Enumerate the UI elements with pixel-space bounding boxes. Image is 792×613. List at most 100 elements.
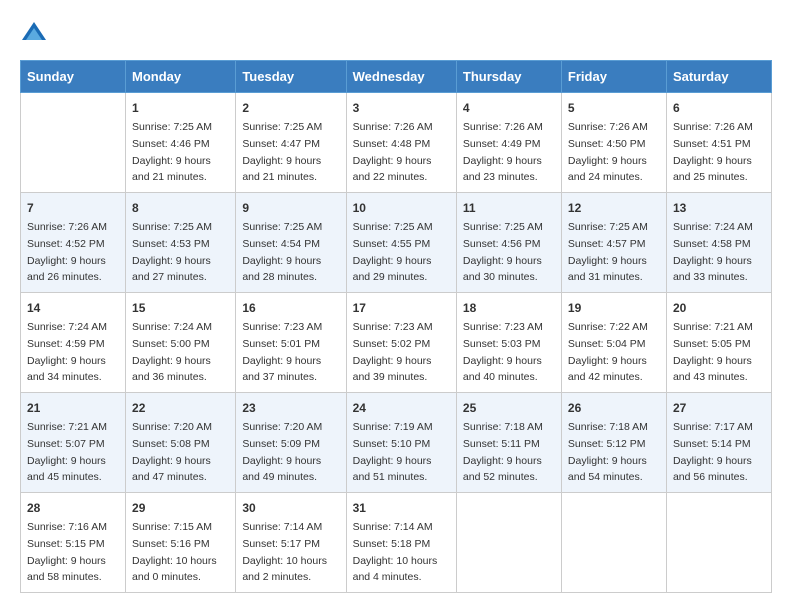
day-number: 30: [242, 499, 339, 517]
calendar-table: SundayMondayTuesdayWednesdayThursdayFrid…: [20, 60, 772, 593]
day-number: 15: [132, 299, 229, 317]
calendar-cell: 15 Sunrise: 7:24 AM Sunset: 5:00 PM Dayli…: [126, 293, 236, 393]
day-number: 11: [463, 199, 555, 217]
day-number: 17: [353, 299, 450, 317]
calendar-cell: 31Sunrise: 7:14 AM Sunset: 5:18 PM Dayli…: [346, 493, 456, 593]
day-info: Sunrise: 7:20 AM Sunset: 5:09 PM Dayligh…: [242, 421, 322, 483]
calendar-cell: 17 Sunrise: 7:23 AM Sunset: 5:02 PM Dayli…: [346, 293, 456, 393]
day-info: Sunrise: 7:25 AM Sunset: 4:57 PM Dayligh…: [568, 221, 648, 283]
calendar-cell: [21, 93, 126, 193]
week-row-5: 28 Sunrise: 7:16 AM Sunset: 5:15 PM Dayli…: [21, 493, 772, 593]
header: [20, 20, 772, 44]
day-info: Sunrise: 7:21 AM Sunset: 5:07 PM Dayligh…: [27, 421, 107, 483]
week-row-2: 7Sunrise: 7:26 AM Sunset: 4:52 PM Daylig…: [21, 193, 772, 293]
day-number: 28: [27, 499, 119, 517]
calendar-cell: 14 Sunrise: 7:24 AM Sunset: 4:59 PM Dayli…: [21, 293, 126, 393]
day-info: Sunrise: 7:19 AM Sunset: 5:10 PM Dayligh…: [353, 421, 433, 483]
calendar-cell: 23 Sunrise: 7:20 AM Sunset: 5:09 PM Dayli…: [236, 393, 346, 493]
day-number: 21: [27, 399, 119, 417]
day-number: 16: [242, 299, 339, 317]
calendar-cell: 27 Sunrise: 7:17 AM Sunset: 5:14 PM Dayli…: [666, 393, 771, 493]
day-info: Sunrise: 7:26 AM Sunset: 4:50 PM Dayligh…: [568, 121, 648, 183]
day-number: 10: [353, 199, 450, 217]
calendar-cell: 8 Sunrise: 7:25 AM Sunset: 4:53 PM Daylig…: [126, 193, 236, 293]
calendar-cell: 28 Sunrise: 7:16 AM Sunset: 5:15 PM Dayli…: [21, 493, 126, 593]
day-number: 18: [463, 299, 555, 317]
day-info: Sunrise: 7:24 AM Sunset: 4:58 PM Dayligh…: [673, 221, 753, 283]
day-info: Sunrise: 7:22 AM Sunset: 5:04 PM Dayligh…: [568, 321, 648, 383]
day-info: Sunrise: 7:26 AM Sunset: 4:52 PM Dayligh…: [27, 221, 107, 283]
week-row-1: 1 Sunrise: 7:25 AM Sunset: 4:46 PM Daylig…: [21, 93, 772, 193]
day-info: Sunrise: 7:23 AM Sunset: 5:02 PM Dayligh…: [353, 321, 433, 383]
calendar-cell: 2Sunrise: 7:25 AM Sunset: 4:47 PM Daylig…: [236, 93, 346, 193]
week-row-3: 14 Sunrise: 7:24 AM Sunset: 4:59 PM Dayli…: [21, 293, 772, 393]
calendar-cell: [666, 493, 771, 593]
day-number: 19: [568, 299, 660, 317]
calendar-cell: 30Sunrise: 7:14 AM Sunset: 5:17 PM Dayli…: [236, 493, 346, 593]
header-row: SundayMondayTuesdayWednesdayThursdayFrid…: [21, 61, 772, 93]
day-info: Sunrise: 7:26 AM Sunset: 4:48 PM Dayligh…: [353, 121, 433, 183]
calendar-cell: 12 Sunrise: 7:25 AM Sunset: 4:57 PM Dayli…: [561, 193, 666, 293]
day-number: 20: [673, 299, 765, 317]
col-header-saturday: Saturday: [666, 61, 771, 93]
day-info: Sunrise: 7:26 AM Sunset: 4:51 PM Dayligh…: [673, 121, 753, 183]
day-info: Sunrise: 7:24 AM Sunset: 5:00 PM Dayligh…: [132, 321, 212, 383]
day-number: 8: [132, 199, 229, 217]
week-row-4: 21 Sunrise: 7:21 AM Sunset: 5:07 PM Dayli…: [21, 393, 772, 493]
calendar-cell: 20 Sunrise: 7:21 AM Sunset: 5:05 PM Dayli…: [666, 293, 771, 393]
day-number: 22: [132, 399, 229, 417]
day-info: Sunrise: 7:23 AM Sunset: 5:03 PM Dayligh…: [463, 321, 543, 383]
calendar-cell: 16 Sunrise: 7:23 AM Sunset: 5:01 PM Dayli…: [236, 293, 346, 393]
day-info: Sunrise: 7:25 AM Sunset: 4:46 PM Dayligh…: [132, 121, 212, 183]
day-info: Sunrise: 7:25 AM Sunset: 4:53 PM Dayligh…: [132, 221, 212, 283]
day-info: Sunrise: 7:25 AM Sunset: 4:56 PM Dayligh…: [463, 221, 543, 283]
day-info: Sunrise: 7:23 AM Sunset: 5:01 PM Dayligh…: [242, 321, 322, 383]
day-info: Sunrise: 7:20 AM Sunset: 5:08 PM Dayligh…: [132, 421, 212, 483]
day-number: 3: [353, 99, 450, 117]
calendar-cell: 21 Sunrise: 7:21 AM Sunset: 5:07 PM Dayli…: [21, 393, 126, 493]
col-header-tuesday: Tuesday: [236, 61, 346, 93]
day-number: 27: [673, 399, 765, 417]
day-info: Sunrise: 7:25 AM Sunset: 4:55 PM Dayligh…: [353, 221, 433, 283]
calendar-cell: 26 Sunrise: 7:18 AM Sunset: 5:12 PM Dayli…: [561, 393, 666, 493]
calendar-cell: 6 Sunrise: 7:26 AM Sunset: 4:51 PM Daylig…: [666, 93, 771, 193]
calendar-cell: 24 Sunrise: 7:19 AM Sunset: 5:10 PM Dayli…: [346, 393, 456, 493]
day-number: 31: [353, 499, 450, 517]
calendar-cell: 1 Sunrise: 7:25 AM Sunset: 4:46 PM Daylig…: [126, 93, 236, 193]
calendar-cell: 9Sunrise: 7:25 AM Sunset: 4:54 PM Daylig…: [236, 193, 346, 293]
day-info: Sunrise: 7:24 AM Sunset: 4:59 PM Dayligh…: [27, 321, 107, 383]
calendar-cell: 18 Sunrise: 7:23 AM Sunset: 5:03 PM Dayli…: [456, 293, 561, 393]
col-header-monday: Monday: [126, 61, 236, 93]
day-info: Sunrise: 7:25 AM Sunset: 4:47 PM Dayligh…: [242, 121, 322, 183]
calendar-cell: 4Sunrise: 7:26 AM Sunset: 4:49 PM Daylig…: [456, 93, 561, 193]
day-number: 12: [568, 199, 660, 217]
calendar-cell: 7Sunrise: 7:26 AM Sunset: 4:52 PM Daylig…: [21, 193, 126, 293]
calendar-cell: 13Sunrise: 7:24 AM Sunset: 4:58 PM Dayli…: [666, 193, 771, 293]
day-number: 25: [463, 399, 555, 417]
day-info: Sunrise: 7:18 AM Sunset: 5:12 PM Dayligh…: [568, 421, 648, 483]
day-info: Sunrise: 7:16 AM Sunset: 5:15 PM Dayligh…: [27, 521, 107, 583]
day-number: 4: [463, 99, 555, 117]
day-info: Sunrise: 7:21 AM Sunset: 5:05 PM Dayligh…: [673, 321, 753, 383]
day-info: Sunrise: 7:17 AM Sunset: 5:14 PM Dayligh…: [673, 421, 753, 483]
day-info: Sunrise: 7:15 AM Sunset: 5:16 PM Dayligh…: [132, 521, 217, 583]
day-number: 14: [27, 299, 119, 317]
day-number: 23: [242, 399, 339, 417]
day-number: 26: [568, 399, 660, 417]
day-number: 5: [568, 99, 660, 117]
calendar-cell: [456, 493, 561, 593]
day-info: Sunrise: 7:25 AM Sunset: 4:54 PM Dayligh…: [242, 221, 322, 283]
calendar-cell: 29 Sunrise: 7:15 AM Sunset: 5:16 PM Dayli…: [126, 493, 236, 593]
calendar-cell: 19 Sunrise: 7:22 AM Sunset: 5:04 PM Dayli…: [561, 293, 666, 393]
col-header-wednesday: Wednesday: [346, 61, 456, 93]
calendar-cell: 22 Sunrise: 7:20 AM Sunset: 5:08 PM Dayli…: [126, 393, 236, 493]
day-number: 24: [353, 399, 450, 417]
calendar-cell: [561, 493, 666, 593]
day-number: 1: [132, 99, 229, 117]
col-header-thursday: Thursday: [456, 61, 561, 93]
logo-icon: [20, 20, 48, 44]
day-number: 29: [132, 499, 229, 517]
day-number: 6: [673, 99, 765, 117]
col-header-friday: Friday: [561, 61, 666, 93]
calendar-cell: 11 Sunrise: 7:25 AM Sunset: 4:56 PM Dayli…: [456, 193, 561, 293]
